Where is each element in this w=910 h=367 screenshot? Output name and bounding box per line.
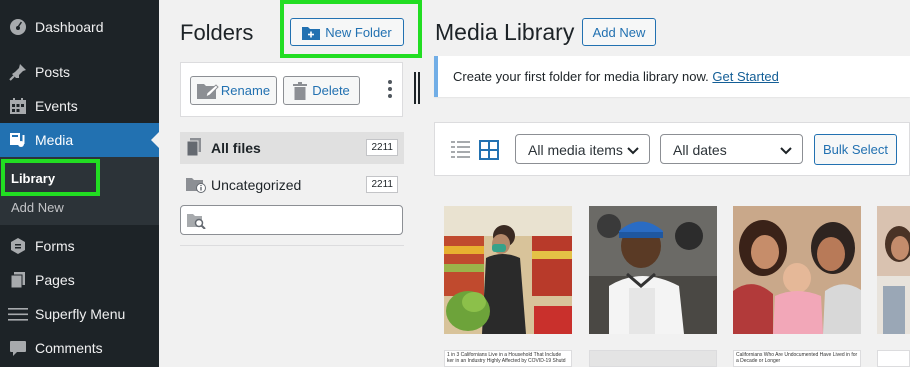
pin-icon [8,62,28,82]
folder-count-badge: 2211 [366,139,398,156]
add-new-button[interactable]: Add New [582,18,656,46]
sidebar-item-media[interactable]: Media [0,123,159,157]
sidebar-item-dashboard[interactable]: Dashboard [0,10,159,44]
comment-icon [8,338,28,358]
folders-title: Folders [180,20,254,45]
document-snippet: 1 in 3 Californians Live in a Household … [447,352,566,364]
chevron-down-icon [627,143,639,159]
sidebar-item-label: Pages [35,272,75,288]
document-thumbnail[interactable]: Californians Who Are Undocumented Have L… [733,350,861,367]
sidebar-item-label: Superfly Menu [35,306,126,322]
media-thumbnail[interactable] [877,206,910,334]
rename-button[interactable]: Rename [190,76,277,105]
forms-icon [8,236,28,256]
page-title: Media Library [435,19,575,45]
folder-search-input[interactable] [180,205,403,235]
delete-button[interactable]: Delete [283,76,360,105]
media-type-value: All media items [528,142,623,158]
document-thumbnail[interactable]: 1 in 3 Californians Live in a Household … [444,350,572,367]
get-started-notice: Create your first folder for media libra… [434,56,910,97]
bulk-select-button[interactable]: Bulk Select [814,134,897,165]
dashboard-icon [8,17,28,37]
folder-edit-icon [196,82,219,100]
new-folder-button[interactable]: New Folder [290,18,404,46]
sidebar-item-label: Media [35,132,74,148]
sidebar-item-label: Posts [35,64,71,80]
calendar-icon [8,96,28,116]
sidebar-item-forms[interactable]: Forms [0,229,159,263]
delete-label: Delete [312,83,350,98]
folder-count-badge: 2211 [366,176,398,193]
menu-lines-icon [8,304,28,324]
get-started-link[interactable]: Get Started [712,69,778,84]
sidebar-item-events[interactable]: Events [0,89,159,123]
library-highlight [1,159,100,196]
sidebar-item-label: Forms [35,238,75,254]
sidebar-item-comments[interactable]: Comments [0,331,159,365]
divider [180,245,404,246]
folder-search-icon [187,212,207,234]
folder-label: All files [211,140,261,156]
folder-plus-icon [302,25,321,40]
document-thumbnail[interactable] [877,350,910,367]
more-options-icon[interactable] [388,80,392,98]
folder-info-icon [186,175,206,198]
sidebar-item-label: Comments [35,340,103,356]
notice-text: Create your first folder for media libra… [453,69,709,84]
date-select[interactable]: All dates [660,134,803,164]
sidebar-item-superfly-menu[interactable]: Superfly Menu [0,297,159,331]
new-folder-label: New Folder [325,24,392,40]
document-thumbnail[interactable] [589,350,717,367]
media-thumbnail[interactable] [444,206,572,334]
date-value: All dates [673,142,727,158]
media-icon [8,130,28,150]
panel-resize-handle[interactable] [414,72,422,104]
pages-icon [8,270,28,290]
folder-row-all-files[interactable]: All files 2211 [180,132,404,164]
media-thumbnail[interactable] [589,206,717,334]
folder-label: Uncategorized [211,177,302,193]
document-snippet: Californians Who Are Undocumented Have L… [736,352,858,364]
trash-icon [293,81,308,100]
folder-row-uncategorized[interactable]: Uncategorized 2211 [180,169,404,201]
media-type-select[interactable]: All media items [515,134,650,164]
sidebar-item-posts[interactable]: Posts [0,55,159,89]
list-view-icon[interactable] [451,140,471,163]
submenu-item-add-new[interactable]: Add New [11,200,64,215]
chevron-down-icon [780,143,792,159]
sidebar-item-label: Dashboard [35,19,104,35]
grid-view-icon[interactable] [479,140,499,165]
rename-label: Rename [220,83,271,98]
admin-sidebar: Dashboard Posts Events Media Library Add… [0,0,159,367]
media-thumbnail[interactable] [733,206,861,334]
files-icon [186,138,202,161]
sidebar-item-label: Events [35,98,78,114]
sidebar-item-pages[interactable]: Pages [0,263,159,297]
